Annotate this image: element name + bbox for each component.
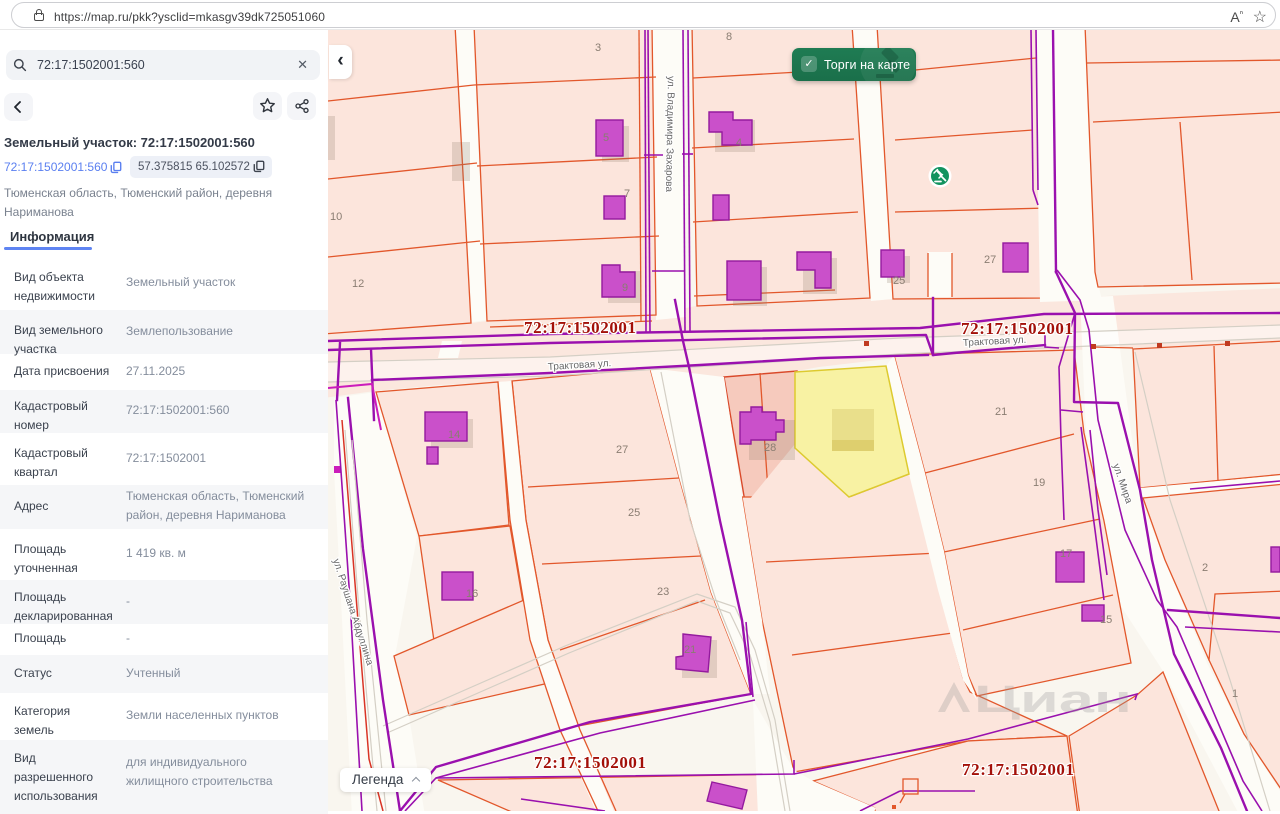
svg-text:16: 16	[466, 588, 478, 600]
svg-text:72:17:1502001: 72:17:1502001	[534, 753, 647, 772]
svg-text:ул. Владимира Захарова: ул. Владимира Захарова	[663, 76, 676, 193]
svg-text:21: 21	[684, 644, 696, 656]
svg-text:3: 3	[595, 42, 601, 54]
svg-text:27: 27	[616, 444, 628, 456]
svg-text:8: 8	[726, 31, 732, 43]
svg-text:72:17:1502001: 72:17:1502001	[524, 318, 637, 337]
svg-text:9: 9	[622, 282, 628, 294]
svg-text:25: 25	[893, 275, 905, 287]
svg-text:72:17:1502001: 72:17:1502001	[962, 760, 1075, 779]
svg-text:21: 21	[995, 406, 1007, 418]
svg-text:15: 15	[1100, 614, 1112, 626]
svg-text:72:17:1502001: 72:17:1502001	[961, 319, 1074, 338]
svg-text:27: 27	[984, 254, 996, 266]
svg-text:23: 23	[657, 586, 669, 598]
svg-text:1: 1	[1232, 688, 1238, 700]
svg-text:5: 5	[603, 132, 609, 144]
svg-text:14: 14	[448, 429, 460, 441]
svg-text:Циан: Циан	[974, 679, 1132, 721]
svg-text:4: 4	[736, 137, 742, 149]
svg-text:12: 12	[352, 278, 364, 290]
svg-text:25: 25	[628, 507, 640, 519]
svg-text:19: 19	[1033, 477, 1045, 489]
svg-text:10: 10	[330, 211, 342, 223]
svg-text:7: 7	[624, 188, 630, 200]
svg-text:28: 28	[764, 442, 776, 454]
svg-text:2: 2	[1202, 562, 1208, 574]
svg-text:17: 17	[1060, 548, 1072, 560]
